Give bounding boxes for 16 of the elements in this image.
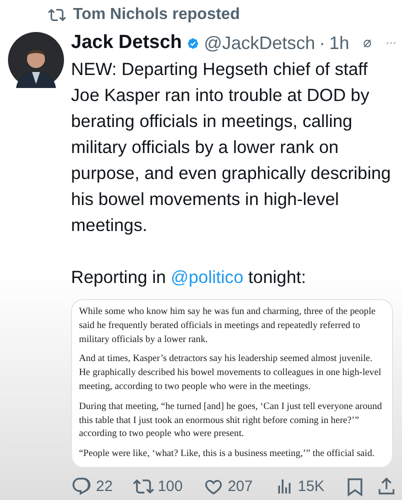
repost-button[interactable]: 100 xyxy=(132,476,183,498)
like-button[interactable]: 207 xyxy=(202,476,253,498)
author-handle[interactable]: @JackDetsch xyxy=(204,32,316,54)
article-paragraph: “People were like, ‘what? Like, this is a business meeting,’” the official said. xyxy=(79,447,376,461)
article-paragraph: During that meeting, “he turned [and] he goes, ‘Can I just tell everyone around this table that I just took an enormous shit right before coming in here?’” according to two people who were present. xyxy=(79,400,383,442)
views-button[interactable]: 15K xyxy=(272,476,324,498)
separator-dot: · xyxy=(319,32,326,54)
post-time[interactable]: 1h xyxy=(329,32,350,54)
mention-link[interactable]: @politico xyxy=(170,267,244,287)
article-paragraph: While some who know him say he was fun and charming, three of the people said he frequently berated officials in meetings and repeatedly referred to military officials by a lower rank. xyxy=(79,305,377,346)
article-paragraph: And at times, Kasper’s detractors say his leadership seemed almost juvenile. He graphically described his bowel movements to colleagues in one high-level meeting, according to two people who were in the meetings. xyxy=(79,352,382,394)
post-text: Reporting in @politico tonight: xyxy=(71,266,308,289)
post-text: NEW: Departing Hegseth chief of staff Joe Kasper ran into trouble at DOD by berating officials in meetings, calling military officials by a lower rank on purpose, and even graphically describing his bowel movements in high-level meetings. xyxy=(71,58,392,237)
repost-label: Tom Nichols reposted xyxy=(73,6,240,24)
author-name[interactable]: Jack Detsch xyxy=(71,32,182,54)
reply-button[interactable]: 22 xyxy=(71,476,113,498)
